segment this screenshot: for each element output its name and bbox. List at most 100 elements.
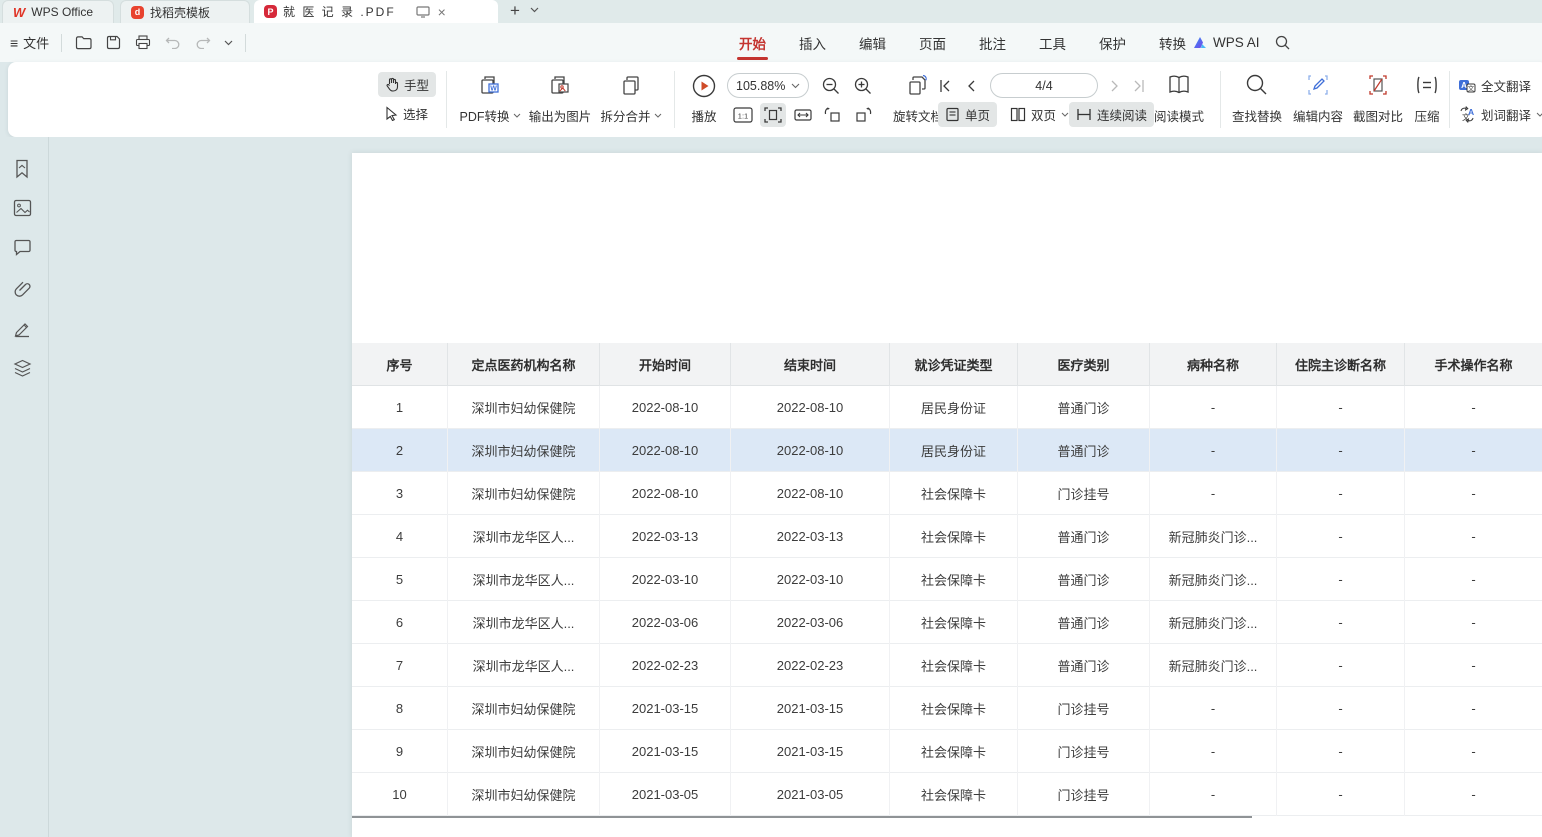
last-page-button[interactable]: [1128, 74, 1150, 98]
table-row[interactable]: 10深圳市妇幼保健院2021-03-052021-03-05社会保障卡门诊挂号-…: [352, 773, 1542, 816]
bookmark-icon[interactable]: [13, 159, 33, 179]
rotate-doc-label: 旋转文档: [893, 106, 943, 125]
table-bottom-border: [352, 816, 1252, 818]
next-page-button[interactable]: [1104, 74, 1126, 98]
page-number-input[interactable]: 4/4: [990, 73, 1098, 98]
table-cell: -: [1277, 472, 1405, 515]
wps-ai-button[interactable]: WPS AI: [1192, 35, 1260, 50]
close-tab-icon[interactable]: ×: [438, 4, 446, 20]
table-row[interactable]: 2深圳市妇幼保健院2022-08-102022-08-10居民身份证普通门诊--…: [352, 429, 1542, 472]
tab-wps-office[interactable]: W WPS Office: [2, 0, 114, 23]
table-cell: 4: [352, 515, 448, 558]
table-cell: 普通门诊: [1018, 429, 1150, 472]
read-mode-label: 阅读模式: [1154, 106, 1204, 125]
edit-content-button[interactable]: 编辑内容: [1285, 71, 1351, 129]
ribbon-tab-插入[interactable]: 插入: [797, 24, 828, 62]
tab-label: WPS Office: [31, 5, 93, 19]
table-cell: 深圳市妇幼保健院: [448, 730, 600, 773]
zoom-in-button[interactable]: [850, 74, 876, 98]
document-canvas: 序号定点医药机构名称开始时间结束时间就诊凭证类型医疗类别病种名称住院主诊断名称手…: [0, 137, 1542, 837]
table-cell: -: [1277, 601, 1405, 644]
print-icon[interactable]: [134, 34, 152, 52]
zoom-level-select[interactable]: 105.88%: [727, 73, 809, 98]
ribbon-tab-编辑[interactable]: 编辑: [857, 24, 888, 62]
play-button[interactable]: 播放: [680, 71, 728, 129]
table-row[interactable]: 5深圳市龙华区人...2022-03-102022-03-10社会保障卡普通门诊…: [352, 558, 1542, 601]
signature-icon[interactable]: [13, 319, 33, 339]
single-page-button[interactable]: 单页: [938, 102, 997, 127]
table-cell: 深圳市龙华区人...: [448, 515, 600, 558]
screenshot-compare-button[interactable]: 截图对比: [1345, 71, 1411, 129]
table-row[interactable]: 7深圳市龙华区人...2022-02-232022-02-23社会保障卡普通门诊…: [352, 644, 1542, 687]
tab-list-chevron-icon[interactable]: [530, 7, 539, 13]
zoom-out-button[interactable]: [818, 74, 844, 98]
export-image-button[interactable]: 输出为图片: [521, 71, 599, 129]
quick-access-chevron-icon[interactable]: [224, 40, 233, 46]
pdf-convert-button[interactable]: W PDF转换: [455, 71, 525, 129]
rotate-right-button[interactable]: [850, 103, 876, 127]
full-translate-button[interactable]: A 文 全文翻译: [1458, 76, 1531, 95]
ribbon-tab-批注[interactable]: 批注: [977, 24, 1008, 62]
find-replace-label: 查找替换: [1232, 106, 1282, 125]
hand-tool-button[interactable]: 手型: [378, 72, 436, 97]
ribbon-tab-转换[interactable]: 转换: [1157, 24, 1188, 62]
monitor-icon[interactable]: [416, 6, 430, 18]
table-row[interactable]: 1深圳市妇幼保健院2022-08-102022-08-10居民身份证普通门诊--…: [352, 386, 1542, 429]
find-replace-button[interactable]: 查找替换: [1224, 71, 1290, 129]
search-icon[interactable]: [1274, 34, 1292, 52]
divider: [61, 34, 62, 52]
undo-icon[interactable]: [164, 34, 182, 52]
save-icon[interactable]: [104, 34, 122, 52]
table-cell: 5: [352, 558, 448, 601]
fit-page-button[interactable]: [760, 103, 786, 127]
prev-page-button[interactable]: [960, 74, 982, 98]
table-row[interactable]: 3深圳市妇幼保健院2022-08-102022-08-10社会保障卡门诊挂号--…: [352, 472, 1542, 515]
ribbon-tab-保护[interactable]: 保护: [1097, 24, 1128, 62]
read-mode-button[interactable]: 阅读模式: [1148, 71, 1210, 129]
table-row[interactable]: 6深圳市龙华区人...2022-03-062022-03-06社会保障卡普通门诊…: [352, 601, 1542, 644]
double-page-button[interactable]: 双页: [1003, 102, 1076, 127]
table-cell: 居民身份证: [890, 429, 1018, 472]
ribbon-tab-页面[interactable]: 页面: [917, 24, 948, 62]
full-translate-label: 全文翻译: [1481, 76, 1531, 95]
tab-docer-templates[interactable]: d 找稻壳模板: [120, 0, 250, 23]
table-cell: 2022-08-10: [731, 429, 890, 472]
table-cell: 社会保障卡: [890, 515, 1018, 558]
table-cell: -: [1277, 773, 1405, 816]
new-tab-button[interactable]: +: [505, 1, 525, 21]
tab-document[interactable]: P 就 医 记 录 .PDF ×: [254, 0, 498, 23]
table-row[interactable]: 4深圳市龙华区人...2022-03-132022-03-13社会保障卡普通门诊…: [352, 515, 1542, 558]
first-page-button[interactable]: [934, 74, 956, 98]
table-row[interactable]: 9深圳市妇幼保健院2021-03-152021-03-15社会保障卡门诊挂号--…: [352, 730, 1542, 773]
table-cell: 深圳市妇幼保健院: [448, 773, 600, 816]
redo-icon[interactable]: [194, 34, 212, 52]
ribbon-tab-工具[interactable]: 工具: [1037, 24, 1068, 62]
page-thumbnails-icon[interactable]: [13, 199, 33, 219]
table-cell: -: [1405, 730, 1542, 773]
split-merge-button[interactable]: 拆分合并: [594, 71, 668, 129]
pdf-convert-label: PDF转换: [459, 106, 509, 125]
table-cell: 社会保障卡: [890, 687, 1018, 730]
open-file-icon[interactable]: [74, 34, 92, 52]
column-header: 结束时间: [731, 343, 890, 386]
compress-button[interactable]: 压缩: [1406, 71, 1448, 129]
column-header: 就诊凭证类型: [890, 343, 1018, 386]
file-menu-button[interactable]: ≡ 文件: [10, 33, 49, 52]
table-cell: 3: [352, 472, 448, 515]
table-cell: -: [1150, 472, 1277, 515]
single-page-label: 单页: [965, 105, 990, 124]
rotate-left-button[interactable]: [820, 103, 846, 127]
attachment-icon[interactable]: [13, 279, 33, 299]
comments-icon[interactable]: [13, 239, 33, 259]
ribbon-tab-开始[interactable]: 开始: [737, 24, 768, 62]
word-translate-button[interactable]: 文 A 划词翻译: [1458, 105, 1542, 124]
table-row[interactable]: 8深圳市妇幼保健院2021-03-152021-03-15社会保障卡门诊挂号--…: [352, 687, 1542, 730]
continuous-read-button[interactable]: 连续阅读: [1069, 102, 1154, 127]
table-cell: 普通门诊: [1018, 386, 1150, 429]
edit-content-label: 编辑内容: [1293, 106, 1343, 125]
select-tool-button[interactable]: 选择: [378, 101, 435, 126]
layers-icon[interactable]: [13, 359, 33, 379]
table-cell: 普通门诊: [1018, 515, 1150, 558]
actual-size-button[interactable]: 1:1: [730, 103, 756, 127]
fit-width-button[interactable]: [790, 103, 816, 127]
